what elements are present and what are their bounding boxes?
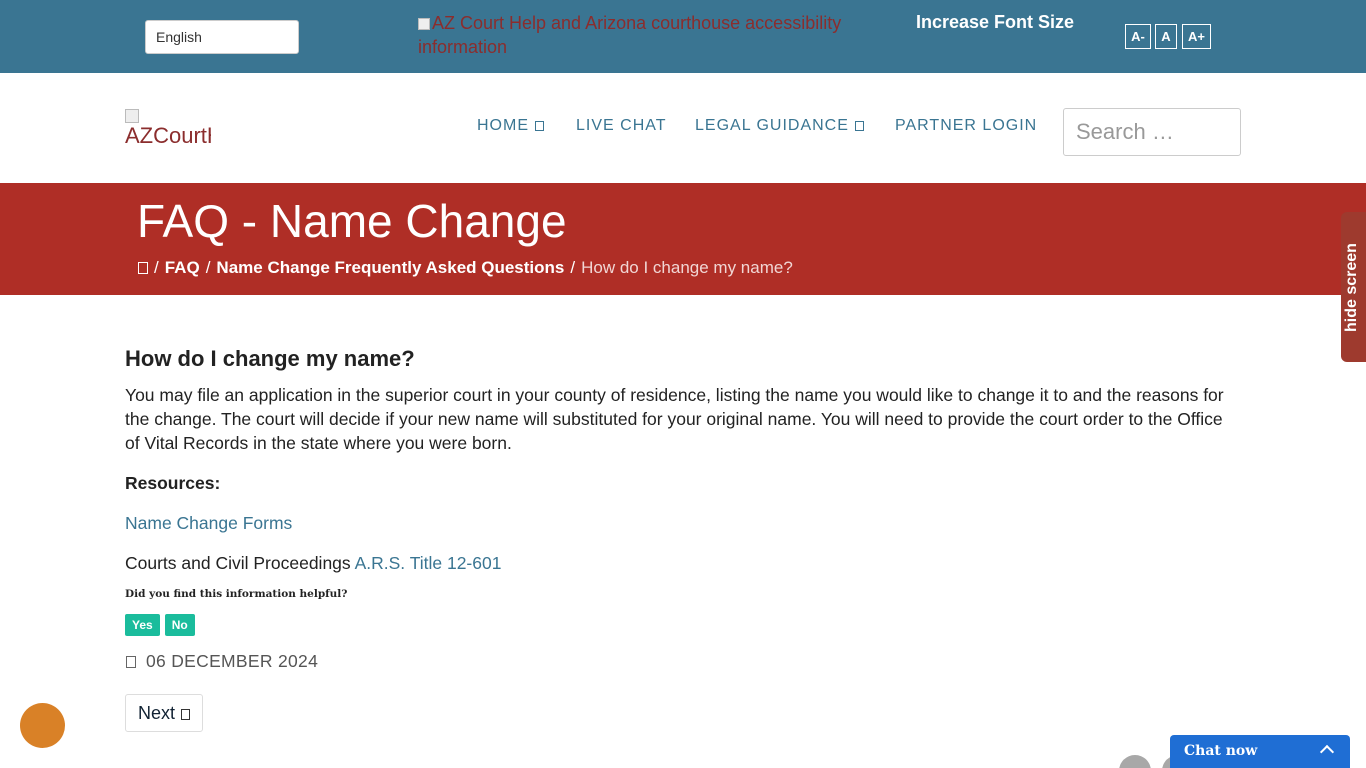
- nav-partner-login[interactable]: PARTNER LOGIN: [895, 117, 1037, 135]
- site-logo[interactable]: AZCourtHelp: [125, 109, 211, 149]
- next-button-label: Next: [138, 703, 176, 723]
- broken-image-icon: [125, 109, 139, 123]
- chevron-up-icon[interactable]: [1319, 744, 1335, 760]
- top-bar: English AZ Court Help and Arizona courth…: [0, 0, 1366, 73]
- hide-screen-tab[interactable]: hide screen: [1341, 212, 1366, 362]
- accessibility-widget-button[interactable]: [20, 703, 65, 748]
- answer-text: You may file an application in the super…: [125, 385, 1224, 453]
- search-input[interactable]: Search …: [1063, 108, 1241, 156]
- logo-alt-text: AZCourtHelp: [125, 123, 211, 148]
- vote-yes-button[interactable]: Yes: [125, 614, 160, 636]
- font-size-label: Increase Font Size: [915, 12, 1075, 32]
- chat-now-widget[interactable]: Chat now: [1170, 735, 1350, 768]
- next-button[interactable]: Next: [125, 694, 204, 732]
- nav-partner-login-label: PARTNER LOGIN: [895, 117, 1038, 134]
- resources-label: Resources:: [125, 473, 221, 493]
- nav-legal-guidance-label: LEGAL GUIDANCE: [695, 117, 849, 134]
- vote-buttons: Yes No: [125, 614, 1235, 636]
- question-title: How do I change my name?: [125, 346, 415, 371]
- civil-proceedings-text: Courts and Civil Proceedings: [125, 553, 351, 573]
- breadcrumb-name-change-faq[interactable]: Name Change Frequently Asked Questions: [216, 258, 564, 277]
- article: How do I change my name? You may file an…: [125, 345, 1235, 732]
- nav-home-label: HOME: [477, 117, 529, 134]
- nav-home[interactable]: HOME: [477, 117, 544, 135]
- font-reset-button[interactable]: A: [1155, 24, 1177, 49]
- page-banner: FAQ - Name Change / FAQ / Name Change Frequ…: [0, 183, 1366, 295]
- helpful-question: Did you find this information helpful?: [125, 588, 348, 600]
- ars-title-link[interactable]: A.R.S. Title 12-601: [355, 553, 502, 573]
- nav-legal-guidance[interactable]: LEGAL GUIDANCE: [695, 117, 864, 135]
- vote-no-button[interactable]: No: [164, 614, 195, 636]
- publish-date-text: 06 DECEMBER 2024: [146, 651, 319, 671]
- hide-screen-label: hide screen: [1343, 243, 1360, 332]
- font-decrease-button[interactable]: A-: [1125, 24, 1151, 49]
- home-icon[interactable]: [138, 262, 148, 274]
- publish-date: 06 DECEMBER 2024: [125, 649, 1235, 673]
- arrow-right-icon: [181, 709, 191, 720]
- nav-live-chat[interactable]: LIVE CHAT: [576, 117, 667, 135]
- site-header: AZCourtHelp HOME LIVE CHAT LEGAL GUIDANC…: [0, 73, 1366, 183]
- scroll-widget-icon[interactable]: [1119, 755, 1151, 768]
- breadcrumb-faq[interactable]: FAQ: [165, 258, 200, 277]
- nav-live-chat-label: LIVE CHAT: [576, 117, 667, 134]
- civil-proceedings-line: Courts and Civil Proceedings A.R.S. Titl…: [125, 551, 1235, 575]
- language-select[interactable]: English: [145, 20, 299, 54]
- accessibility-banner-image[interactable]: AZ Court Help and Arizona courthouse acc…: [418, 11, 858, 59]
- breadcrumb-current: How do I change my name?: [581, 258, 793, 277]
- breadcrumb: / FAQ / Name Change Frequently Asked Questi…: [138, 258, 793, 278]
- broken-image-icon: [418, 18, 430, 30]
- font-increase-button[interactable]: A+: [1182, 24, 1211, 49]
- chevron-down-icon: [535, 121, 544, 131]
- name-change-forms-link[interactable]: Name Change Forms: [125, 511, 1235, 535]
- chevron-down-icon: [854, 121, 864, 131]
- accessibility-banner-alt: AZ Court Help and Arizona courthouse acc…: [418, 13, 842, 57]
- chat-now-label: Chat now: [1184, 743, 1258, 759]
- page-title: FAQ - Name Change: [137, 195, 567, 247]
- calendar-icon: [126, 656, 136, 668]
